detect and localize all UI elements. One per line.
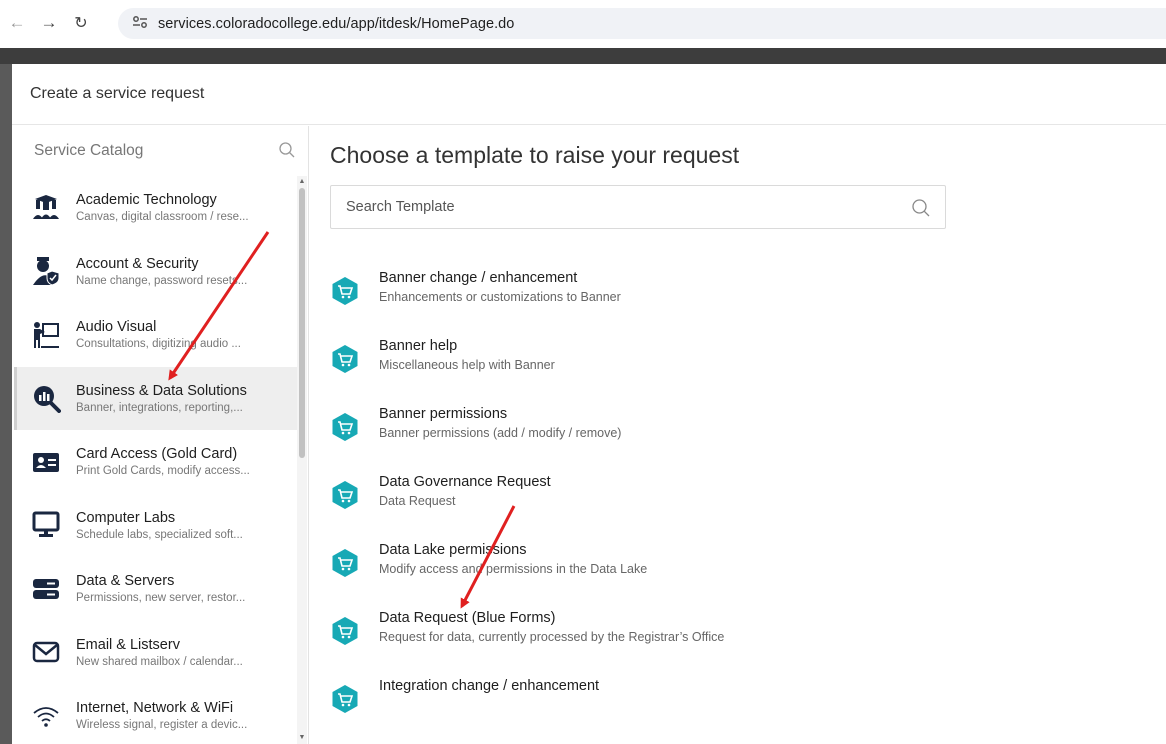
template-item-data-governance-request[interactable]: Data Governance Request Data Request [330, 470, 1130, 538]
catalog-item-desc: Banner, integrations, reporting,... [76, 401, 243, 414]
service-catalog-sidebar: Service Catalog Academic Technology Canv… [12, 126, 309, 744]
back-arrow-icon[interactable]: ← [4, 10, 30, 36]
catalog-item-email-listserv[interactable]: Email & Listserv New shared mailbox / ca… [14, 621, 297, 685]
catalog-item-name: Account & Security [76, 255, 199, 272]
template-panel: Choose a template to raise your request … [310, 126, 1166, 744]
template-name: Data Governance Request [379, 474, 551, 490]
template-name: Banner help [379, 338, 458, 354]
catalog-item-audio-visual[interactable]: Audio Visual Consultations, digitizing a… [14, 303, 297, 367]
template-search-input[interactable] [346, 199, 886, 215]
shopping-cart-icon [330, 344, 360, 374]
catalog-item-business-data-solutions[interactable]: Business & Data Solutions Banner, integr… [14, 366, 297, 430]
template-desc: Banner permissions (add / modify / remov… [379, 426, 622, 440]
catalog-item-name: Business & Data Solutions [76, 382, 247, 399]
wifi-icon [30, 700, 62, 732]
catalog-item-name: Audio Visual [76, 319, 157, 336]
page-title: Choose a template to raise your request [330, 142, 740, 168]
template-name: Data Request (Blue Forms) [379, 610, 556, 626]
forward-arrow-icon[interactable]: → [36, 10, 62, 36]
template-desc: Request for data, currently processed by… [379, 630, 725, 644]
presenter-board-icon [30, 319, 62, 351]
scrollbar-thumb[interactable] [299, 188, 305, 458]
template-search-box[interactable] [330, 185, 946, 229]
catalog-header: Service Catalog [12, 126, 308, 176]
server-icon [30, 573, 62, 605]
template-item-data-request-blue-forms[interactable]: Data Request (Blue Forms) Request for da… [330, 606, 1130, 674]
template-item-banner-change[interactable]: Banner change / enhancement Enhancements… [330, 266, 1130, 334]
catalog-item-desc: Wireless signal, register a devic... [76, 719, 248, 732]
scroll-down-arrow-icon[interactable]: ▼ [298, 734, 306, 742]
template-desc: Modify access and permissions in the Dat… [379, 562, 648, 576]
dialog-header: Create a service request [12, 64, 1166, 125]
catalog-item-name: Internet, Network & WiFi [76, 700, 234, 717]
catalog-item-card-access[interactable]: Card Access (Gold Card) Print Gold Cards… [14, 430, 297, 494]
shopping-cart-icon [330, 276, 360, 306]
catalog-item-desc: Canvas, digital classroom / rese... [76, 211, 249, 224]
reload-icon[interactable]: ↻ [68, 10, 94, 36]
catalog-item-desc: Permissions, new server, restor... [76, 592, 246, 605]
id-card-icon [30, 446, 62, 478]
scroll-up-arrow-icon[interactable]: ▲ [298, 178, 306, 186]
template-name: Integration change / enhancement [379, 678, 600, 694]
catalog-item-desc: Name change, password resets... [76, 274, 248, 287]
template-name: Banner change / enhancement [379, 270, 578, 286]
catalog-item-account-security[interactable]: Account & Security Name change, password… [14, 240, 297, 304]
user-security-icon [30, 255, 62, 287]
catalog-item-data-servers[interactable]: Data & Servers Permissions, new server, … [14, 557, 297, 621]
search-icon[interactable] [911, 198, 931, 218]
template-name: Banner permissions [379, 406, 508, 422]
search-icon[interactable] [278, 141, 296, 159]
envelope-icon [30, 636, 62, 668]
template-desc: Enhancements or customizations to Banner [379, 290, 621, 304]
url-text[interactable]: services.coloradocollege.edu/app/itdesk/… [158, 16, 514, 32]
template-item-integration-change[interactable]: Integration change / enhancement [330, 674, 1130, 742]
template-desc: Miscellaneous help with Banner [379, 358, 555, 372]
shopping-cart-icon [330, 548, 360, 578]
template-desc: Data Request [379, 494, 456, 508]
catalog-label: Service Catalog [34, 142, 144, 159]
page-backdrop-strip [0, 48, 1166, 64]
catalog-item-name: Data & Servers [76, 573, 175, 590]
catalog-item-desc: Consultations, digitizing audio ... [76, 338, 241, 351]
catalog-item-academic-technology[interactable]: Academic Technology Canvas, digital clas… [14, 176, 297, 240]
catalog-item-name: Computer Labs [76, 509, 176, 526]
catalog-item-internet-network-wifi[interactable]: Internet, Network & WiFi Wireless signal… [14, 684, 297, 744]
template-list: Banner change / enhancement Enhancements… [330, 266, 1130, 742]
catalog-list: Academic Technology Canvas, digital clas… [14, 176, 297, 744]
catalog-item-name: Card Access (Gold Card) [76, 446, 238, 463]
service-request-dialog: Create a service request Service Catalog… [12, 64, 1166, 744]
template-item-banner-permissions[interactable]: Banner permissions Banner permissions (a… [330, 402, 1130, 470]
catalog-item-desc: Schedule labs, specialized soft... [76, 528, 243, 541]
shopping-cart-icon [330, 684, 360, 714]
graduation-class-icon [30, 192, 62, 224]
catalog-scrollbar[interactable]: ▲ ▼ [297, 176, 307, 744]
template-item-data-lake-permissions[interactable]: Data Lake permissions Modify access and … [330, 538, 1130, 606]
dialog-title: Create a service request [30, 85, 205, 102]
browser-toolbar: ← → ↻ services.coloradocollege.edu/app/i… [0, 0, 1166, 48]
catalog-item-desc: New shared mailbox / calendar... [76, 655, 243, 668]
template-item-banner-help[interactable]: Banner help Miscellaneous help with Bann… [330, 334, 1130, 402]
data-magnifier-icon [30, 382, 62, 414]
shopping-cart-icon [330, 412, 360, 442]
catalog-item-name: Academic Technology [76, 192, 217, 209]
catalog-item-computer-labs[interactable]: Computer Labs Schedule labs, specialized… [14, 494, 297, 558]
shopping-cart-icon [330, 480, 360, 510]
monitor-icon [30, 509, 62, 541]
site-settings-icon[interactable] [132, 15, 152, 32]
catalog-item-name: Email & Listserv [76, 636, 180, 653]
shopping-cart-icon [330, 616, 360, 646]
address-bar[interactable]: services.coloradocollege.edu/app/itdesk/… [118, 8, 1166, 39]
template-name: Data Lake permissions [379, 542, 527, 558]
catalog-item-desc: Print Gold Cards, modify access... [76, 465, 250, 478]
